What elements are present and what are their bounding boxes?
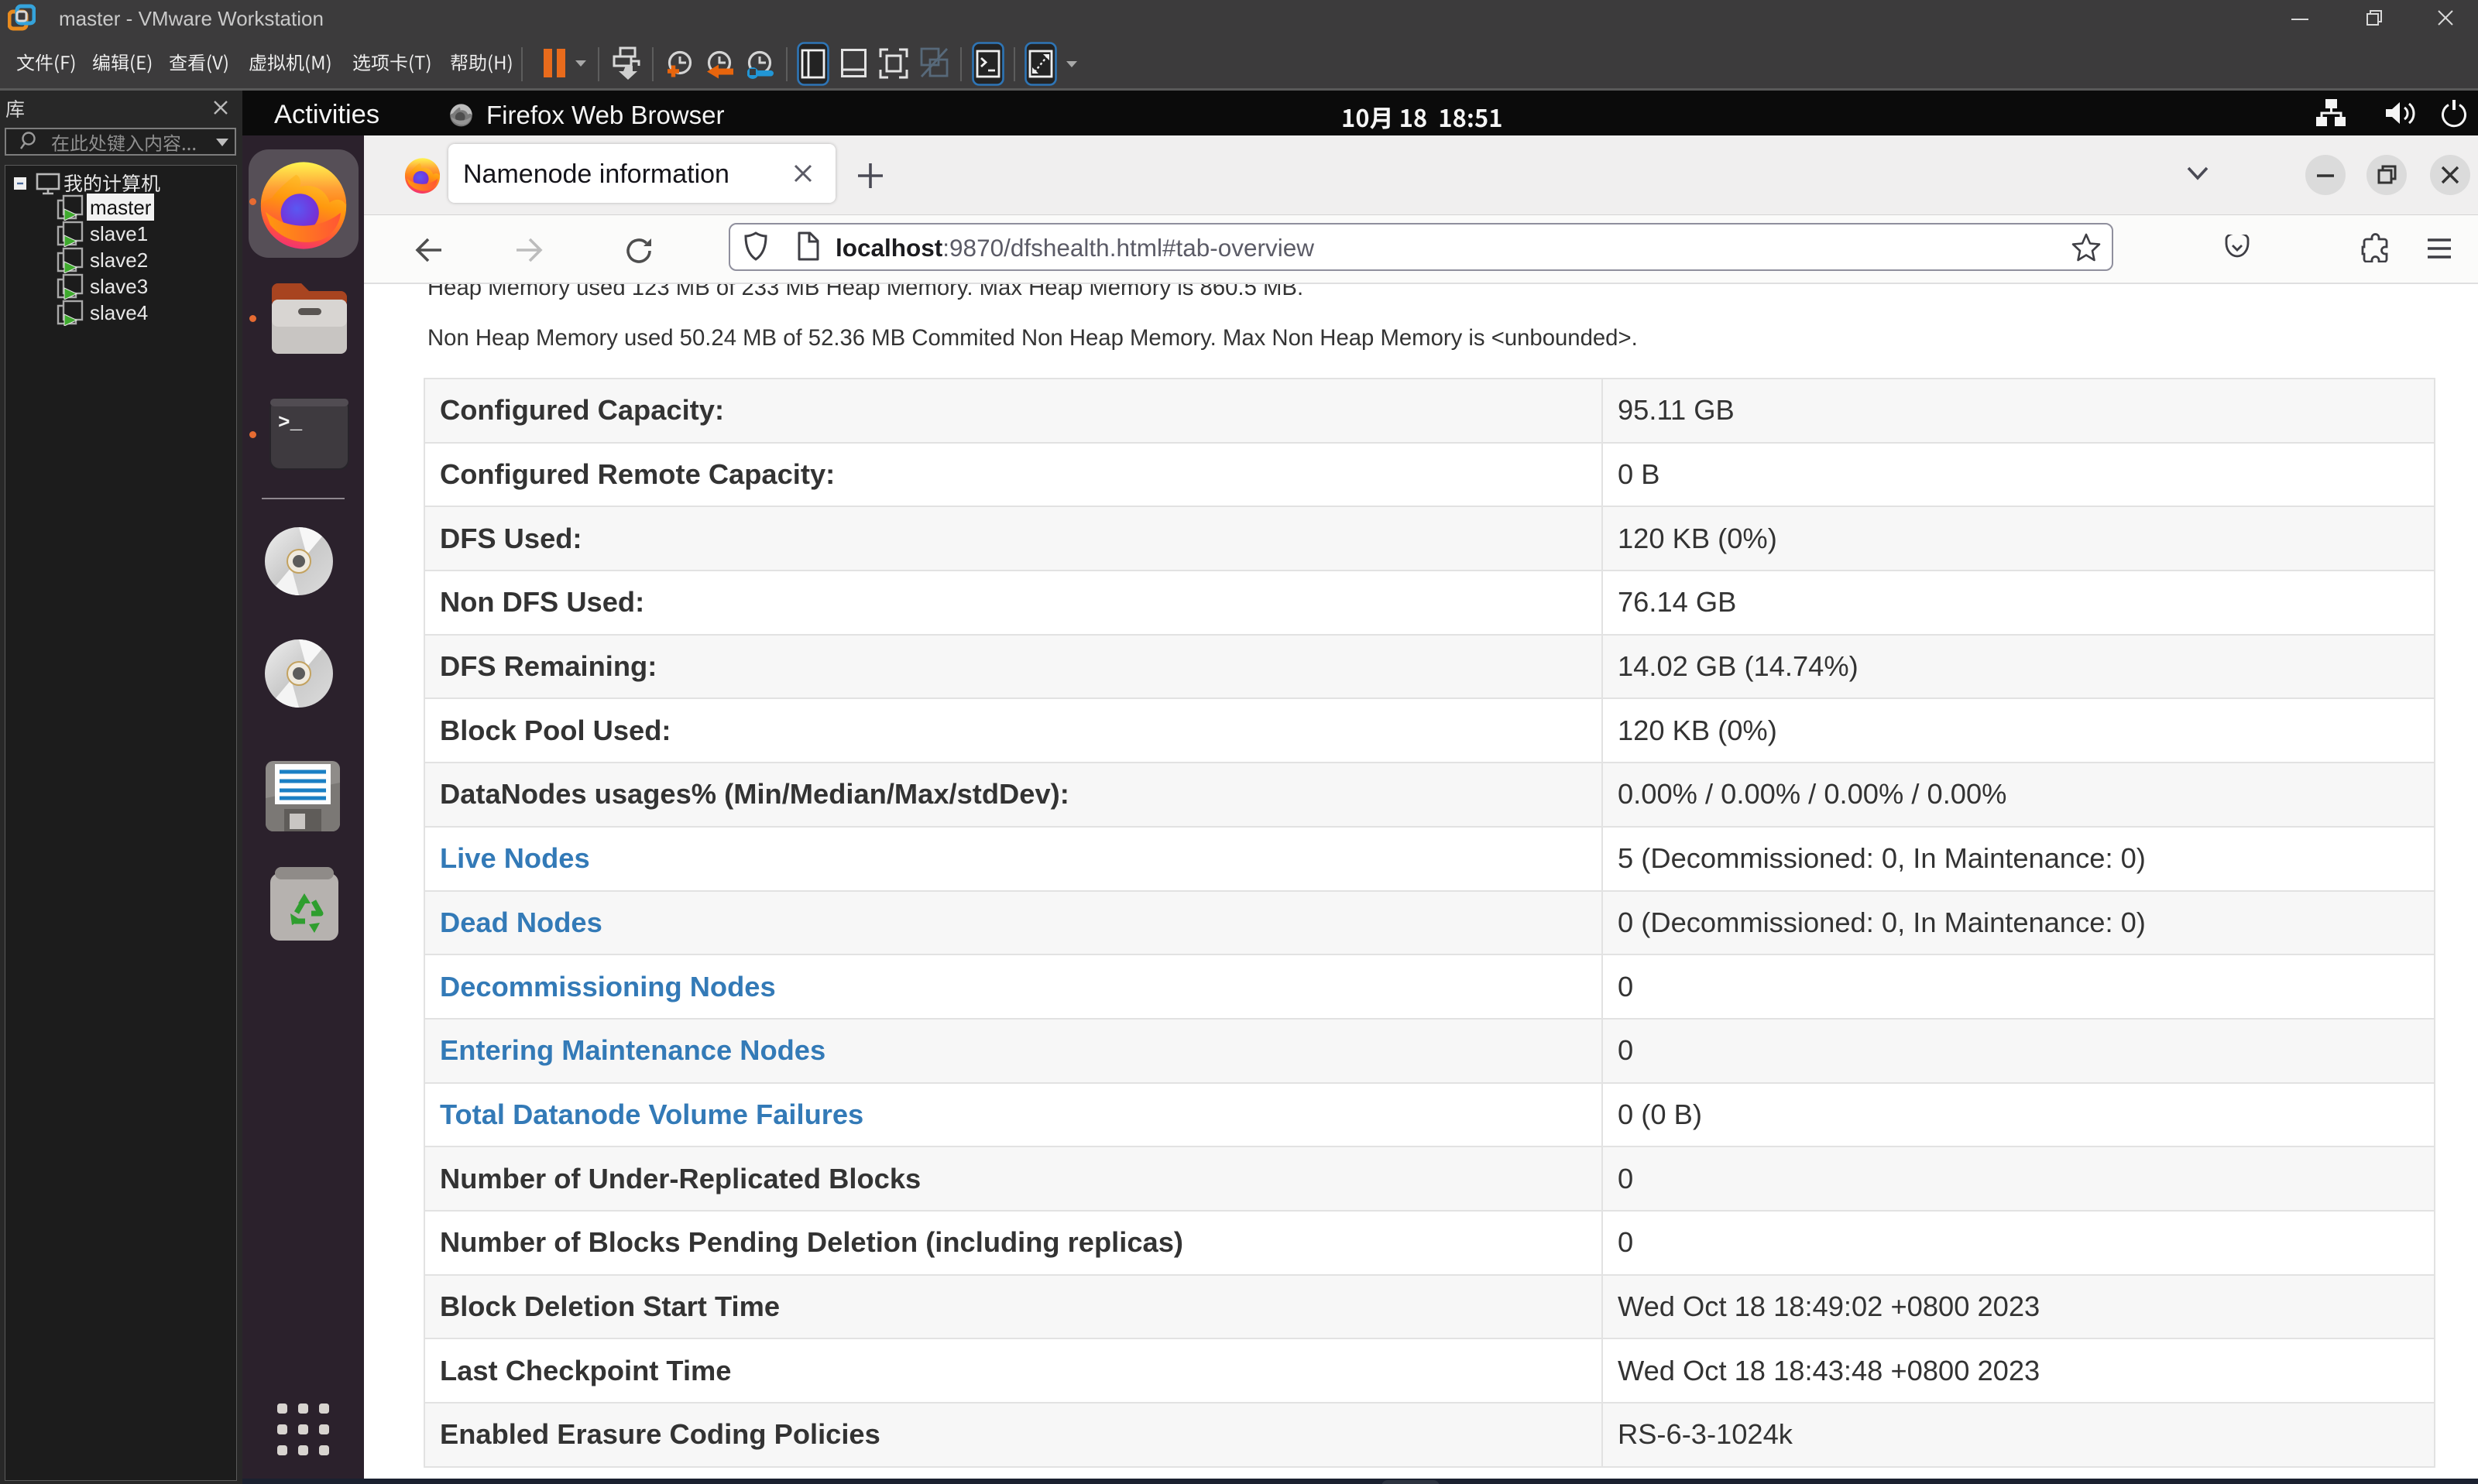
svg-text:>_: >_: [278, 411, 303, 434]
